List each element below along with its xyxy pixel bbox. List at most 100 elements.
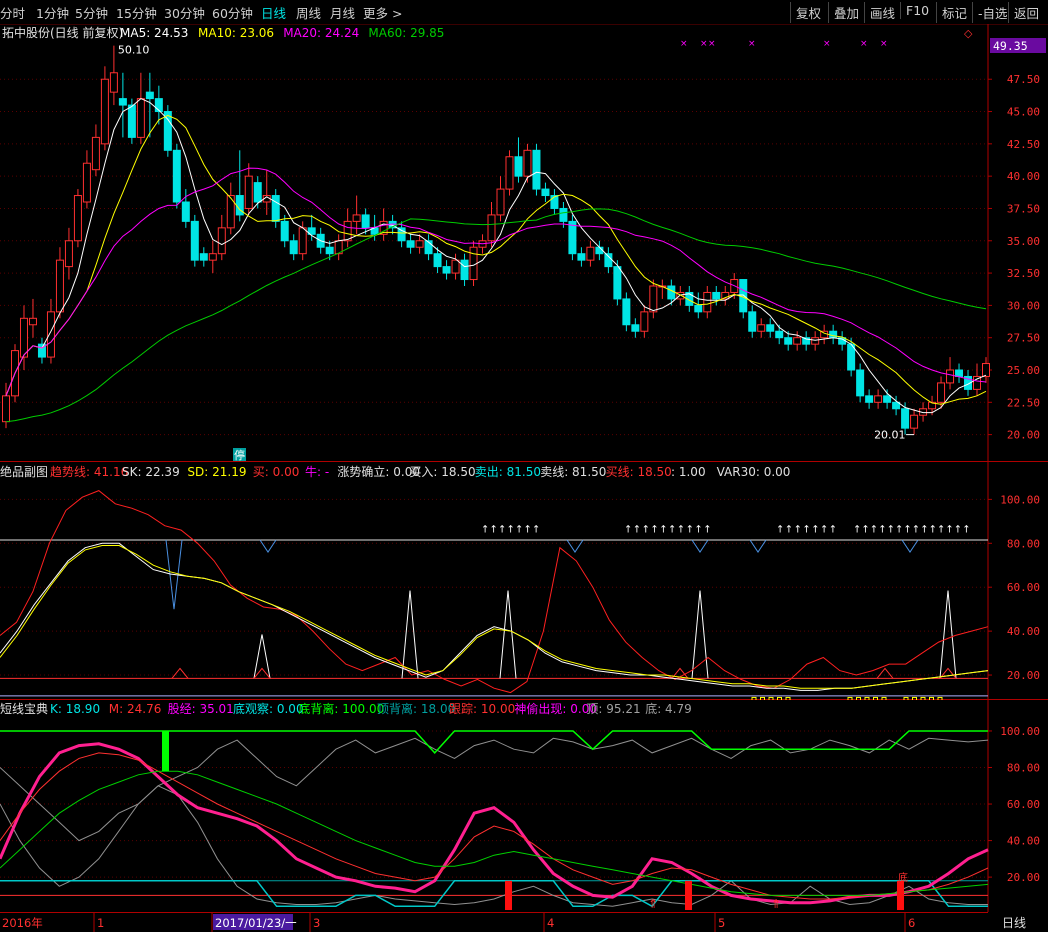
y-tick-label: 80.00	[1007, 537, 1040, 550]
toolbar-button-1[interactable]: 叠加	[828, 2, 864, 23]
signal-mark: ×	[748, 39, 756, 49]
up-arrow-signal: ↑	[937, 524, 945, 535]
spike-signal	[691, 590, 709, 679]
sub1-indicator-1: SK: 22.39	[122, 465, 180, 479]
up-arrow-signal: ↑	[829, 524, 837, 535]
up-arrow-signal: ↑	[624, 524, 632, 535]
candle-body	[829, 330, 838, 339]
candle-body	[136, 98, 145, 138]
up-arrow-signal: ↑	[481, 524, 489, 535]
period-label: 日线	[1002, 916, 1026, 930]
candle-body	[505, 156, 514, 190]
candle-body	[865, 395, 874, 403]
candle-body	[550, 195, 559, 209]
up-arrow-signal: ↑	[776, 524, 784, 535]
period-tab-2[interactable]: 5分钟	[75, 3, 108, 22]
candle-body	[487, 214, 496, 242]
up-arrow-signal: ↑	[498, 524, 506, 535]
high-price-label: 50.10	[118, 44, 150, 57]
period-tab-8[interactable]: 月线	[330, 3, 355, 22]
candle-body	[784, 337, 793, 345]
time-label-3: 3	[313, 916, 320, 930]
toolbar-button-0[interactable]: 复权	[790, 2, 826, 23]
candle-body	[559, 207, 568, 222]
up-arrow-signal: ↑	[633, 524, 641, 535]
candle-body	[883, 395, 892, 403]
low-price-label: 20.01	[874, 429, 906, 442]
red-triangle	[876, 667, 894, 679]
red-up-arrow: ⇑	[648, 897, 658, 911]
period-tab-9[interactable]: 更多 >	[363, 3, 402, 22]
candle-body	[460, 259, 469, 281]
candle-body	[856, 369, 865, 397]
y-tick-label: 20.00	[1007, 871, 1040, 884]
sub2-indicator-1: M: 24.76	[109, 702, 162, 716]
time-label-1: 1	[97, 916, 104, 930]
up-arrow-signal: ↑	[650, 524, 658, 535]
period-tab-5[interactable]: 60分钟	[212, 3, 253, 22]
candle-body	[271, 195, 280, 222]
candle-body	[28, 317, 37, 326]
up-arrow-signal: ↑	[524, 524, 532, 535]
y-tick-label: 22.50	[1007, 396, 1040, 409]
up-arrow-signal: ↑	[785, 524, 793, 535]
up-arrow-signal: ↑	[532, 524, 540, 535]
period-tab-1[interactable]: 1分钟	[36, 3, 69, 22]
toolbar-button-3[interactable]: F10	[900, 2, 934, 19]
blue-dip	[566, 539, 584, 553]
toolbar-button-6[interactable]: 返回	[1008, 2, 1044, 23]
sub2-indicator-9: 底: 4.79	[645, 701, 692, 716]
time-label-0: 2016年	[2, 916, 43, 930]
candle-body	[748, 311, 757, 332]
y-tick-label: 42.50	[1007, 138, 1040, 151]
time-label-5: 5	[718, 916, 725, 930]
y-tick-label: 47.50	[1007, 73, 1040, 86]
period-tab-7[interactable]: 周线	[296, 3, 321, 22]
candle-body	[208, 253, 217, 261]
up-arrow-signal: ↑	[686, 524, 694, 535]
series-line-0	[0, 490, 989, 694]
toolbar-button-4[interactable]: 标记	[936, 2, 972, 23]
candle-body	[253, 182, 262, 203]
candle-body	[910, 414, 919, 429]
y-tick-label: 32.50	[1007, 267, 1040, 280]
sub2-indicator-8: 顶: 95.21	[586, 702, 640, 716]
blue-dip	[691, 539, 709, 553]
toolbar-button-2[interactable]: 画线	[864, 2, 900, 23]
time-label-6: 6	[908, 916, 915, 930]
candle-body	[244, 175, 253, 209]
candle-body	[613, 266, 622, 300]
candle-body	[541, 188, 550, 197]
ma5-line	[5, 98, 987, 414]
candle-body	[901, 408, 910, 429]
y-tick-label: 100.00	[1000, 725, 1040, 738]
candle-body	[298, 227, 307, 255]
candle-body	[199, 253, 208, 261]
bottom-signal-bar	[897, 880, 904, 910]
up-arrow-signal: ↑	[861, 524, 869, 535]
up-arrow-signal: ↑	[878, 524, 886, 535]
sub1-indicator-9: 买线: 18.50	[606, 465, 672, 479]
period-tab-0[interactable]: 分时	[0, 3, 25, 22]
toolbar-button-5[interactable]: -自选	[972, 2, 1013, 23]
candle-body	[73, 195, 82, 242]
ma-label-2: MA20: 24.24	[283, 26, 359, 40]
candle-body	[325, 246, 334, 255]
signal-mark: ×	[880, 39, 888, 49]
y-tick-label: 37.50	[1007, 202, 1040, 215]
up-arrow-signal: ↑	[945, 524, 953, 535]
candle-body	[874, 395, 883, 403]
candle-body	[649, 285, 658, 313]
candle-body	[586, 246, 595, 261]
halt-label: 停	[234, 448, 245, 462]
series-line-2	[0, 545, 989, 689]
candle-body	[442, 266, 451, 274]
candle-body	[451, 259, 460, 274]
blue-dip	[259, 539, 277, 553]
period-tab-4[interactable]: 30分钟	[164, 3, 205, 22]
period-tab-3[interactable]: 15分钟	[116, 3, 157, 22]
up-arrow-signal: ↑	[490, 524, 498, 535]
up-arrow-signal: ↑	[853, 524, 861, 535]
period-tab-6[interactable]: 日线	[261, 3, 286, 22]
candle-body	[568, 220, 577, 255]
